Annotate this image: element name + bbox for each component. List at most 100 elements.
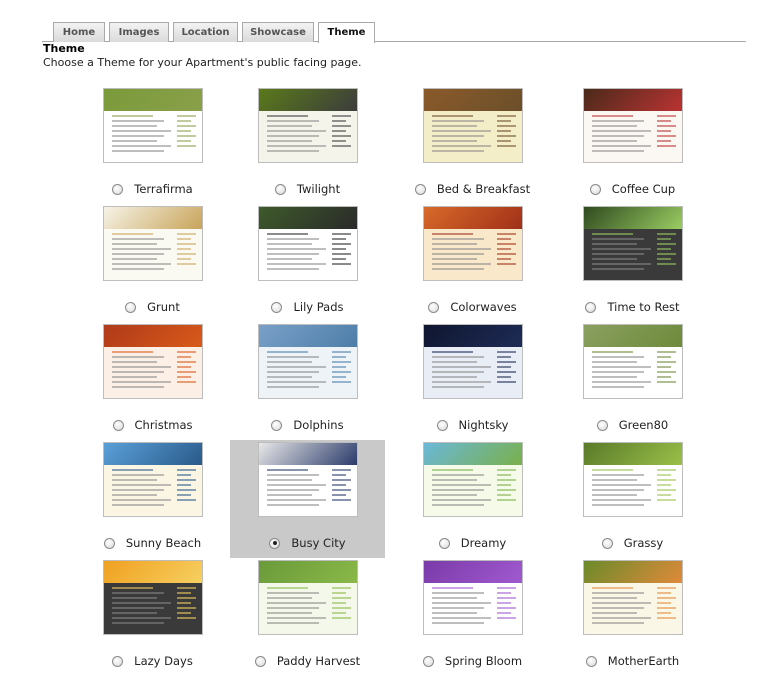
theme-option-time-to-rest[interactable]: Time to Rest [555, 204, 710, 322]
theme-preview-image[interactable] [583, 560, 683, 635]
theme-preview-image[interactable] [583, 88, 683, 163]
preview-content [111, 233, 171, 278]
theme-radio-button[interactable] [585, 301, 597, 313]
tab-images[interactable]: Images [109, 22, 169, 42]
theme-preview-image[interactable] [258, 442, 358, 517]
theme-label-row: Lily Pads [230, 299, 385, 315]
preview-content [591, 469, 651, 514]
theme-preview-image[interactable] [258, 560, 358, 635]
theme-label-row: Sunny Beach [75, 535, 230, 551]
theme-preview-image[interactable] [423, 206, 523, 281]
theme-radio-button[interactable] [112, 655, 124, 667]
theme-option-terrafirma[interactable]: Terrafirma [75, 86, 230, 204]
theme-preview-image[interactable] [258, 206, 358, 281]
theme-radio-button[interactable] [274, 183, 286, 195]
theme-radio-button[interactable] [271, 301, 283, 313]
theme-radio-button[interactable] [436, 419, 448, 431]
theme-name-label: Twilight [296, 182, 341, 196]
tab-showcase[interactable]: Showcase [242, 22, 314, 42]
theme-label-row: Lazy Days [75, 653, 230, 669]
preview-sidebar [331, 233, 352, 278]
preview-header [259, 207, 357, 229]
theme-radio-button[interactable] [596, 419, 608, 431]
theme-preview-image[interactable] [423, 88, 523, 163]
theme-radio-button[interactable] [254, 655, 266, 667]
theme-radio-button[interactable] [428, 301, 440, 313]
preview-header [259, 443, 357, 465]
theme-option-nightsky[interactable]: Nightsky [395, 322, 550, 440]
theme-radio-button[interactable] [422, 655, 434, 667]
theme-preview-image[interactable] [103, 206, 203, 281]
preview-sidebar [496, 587, 517, 632]
theme-option-grassy[interactable]: Grassy [555, 440, 710, 558]
theme-option-dolphins[interactable]: Dolphins [230, 322, 385, 440]
theme-preview-image[interactable] [423, 324, 523, 399]
theme-preview-image[interactable] [258, 324, 358, 399]
theme-option-busy-city[interactable]: Busy City [230, 440, 385, 558]
theme-option-paddy-harvest[interactable]: Paddy Harvest [230, 558, 385, 676]
theme-radio-button[interactable] [414, 183, 426, 195]
preview-content [431, 351, 491, 396]
preview-content [431, 469, 491, 514]
theme-radio-button[interactable] [601, 537, 613, 549]
theme-option-lazy-days[interactable]: Lazy Days [75, 558, 230, 676]
theme-option-bed-and-breakfast[interactable]: Bed & Breakfast [395, 86, 550, 204]
theme-option-spring-bloom[interactable]: Spring Bloom [395, 558, 550, 676]
theme-preview-image[interactable] [583, 206, 683, 281]
preview-sidebar [176, 233, 197, 278]
theme-radio-button[interactable] [112, 183, 124, 195]
theme-radio-button[interactable] [438, 537, 450, 549]
theme-radio-button[interactable] [103, 537, 115, 549]
theme-preview-image[interactable] [103, 324, 203, 399]
theme-label-row: Twilight [230, 181, 385, 197]
theme-radio-button[interactable] [125, 301, 137, 313]
theme-label-row: Green80 [555, 417, 710, 433]
theme-preview-image[interactable] [423, 442, 523, 517]
theme-preview-image[interactable] [103, 442, 203, 517]
preview-sidebar [176, 587, 197, 632]
preview-content [431, 233, 491, 278]
tab-home[interactable]: Home [53, 22, 105, 42]
theme-option-motherearth[interactable]: MotherEarth [555, 558, 710, 676]
theme-radio-button[interactable] [271, 419, 283, 431]
theme-name-label: Green80 [618, 418, 669, 432]
theme-label-row: Grassy [555, 535, 710, 551]
theme-preview-image[interactable] [423, 560, 523, 635]
preview-content [591, 351, 651, 396]
theme-option-twilight[interactable]: Twilight [230, 86, 385, 204]
theme-label-row: Bed & Breakfast [395, 181, 550, 197]
theme-preview-image[interactable] [103, 560, 203, 635]
theme-preview-image[interactable] [103, 88, 203, 163]
theme-option-grunt[interactable]: Grunt [75, 204, 230, 322]
theme-preview-image[interactable] [583, 442, 683, 517]
theme-radio-button[interactable] [269, 537, 281, 549]
preview-header [104, 89, 202, 111]
preview-header [424, 207, 522, 229]
preview-header [104, 325, 202, 347]
theme-name-label: Paddy Harvest [276, 654, 361, 668]
theme-label-row: Coffee Cup [555, 181, 710, 197]
theme-radio-button[interactable] [585, 655, 597, 667]
theme-option-sunny-beach[interactable]: Sunny Beach [75, 440, 230, 558]
preview-sidebar [656, 587, 677, 632]
preview-content [266, 115, 326, 160]
theme-preview-image[interactable] [258, 88, 358, 163]
preview-sidebar [331, 351, 352, 396]
tab-theme[interactable]: Theme [318, 22, 375, 43]
theme-name-label: Terrafirma [134, 182, 193, 196]
theme-option-dreamy[interactable]: Dreamy [395, 440, 550, 558]
theme-option-christmas[interactable]: Christmas [75, 322, 230, 440]
preview-sidebar [496, 233, 517, 278]
preview-sidebar [656, 469, 677, 514]
theme-option-coffee-cup[interactable]: Coffee Cup [555, 86, 710, 204]
theme-option-green80[interactable]: Green80 [555, 322, 710, 440]
theme-preview-image[interactable] [583, 324, 683, 399]
theme-option-colorwaves[interactable]: Colorwaves [395, 204, 550, 322]
theme-label-row: Terrafirma [75, 181, 230, 197]
theme-radio-button[interactable] [589, 183, 601, 195]
theme-radio-button[interactable] [112, 419, 124, 431]
theme-option-lily-pads[interactable]: Lily Pads [230, 204, 385, 322]
tab-location[interactable]: Location [173, 22, 238, 42]
theme-name-label: Nightsky [458, 418, 509, 432]
preview-content [266, 351, 326, 396]
